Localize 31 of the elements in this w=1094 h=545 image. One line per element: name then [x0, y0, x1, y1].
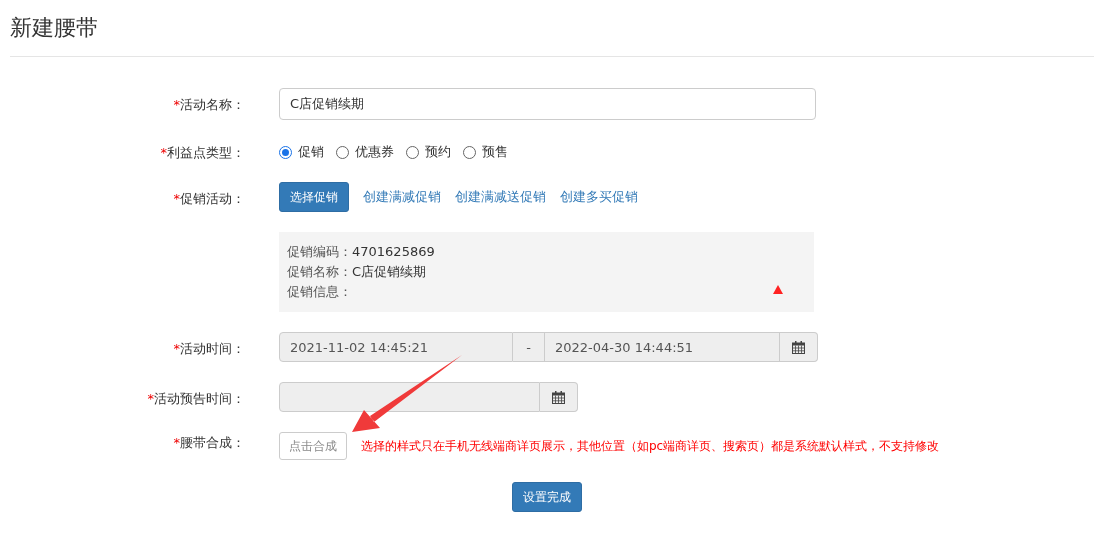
- field-label: *活动预告时间：: [146, 390, 245, 408]
- field-label: *腰带合成：: [172, 434, 245, 452]
- radio-label[interactable]: 优惠券: [355, 143, 394, 161]
- calendar-button[interactable]: [780, 332, 818, 362]
- calendar-icon: [552, 390, 565, 404]
- note-text: 选择的样式只在手机无线端商详页展示，其他位置（如pc端商详页、搜索页）都是系统默认样式，不支持修改: [361, 437, 940, 455]
- radio-label[interactable]: 预售: [482, 143, 508, 161]
- start-date-field[interactable]: 2021-11-02 14:45:21: [279, 332, 513, 362]
- field-label: *活动名称：: [172, 96, 245, 114]
- text-field[interactable]: C店促销续期: [279, 88, 816, 120]
- preview-date-field[interactable]: [279, 382, 540, 412]
- select-promotion-button[interactable]: 选择促销: [279, 182, 349, 212]
- calendar-icon: [792, 340, 805, 354]
- field-label: *活动时间：: [172, 340, 245, 358]
- triangle-icon: [773, 285, 783, 294]
- range-dash-addon: -: [513, 332, 545, 362]
- info-line: 促销信息：: [287, 283, 352, 301]
- field-label: *促销活动：: [172, 190, 245, 208]
- compose-button[interactable]: 点击合成: [279, 432, 347, 460]
- create-promotion-link[interactable]: 创建满减送促销: [455, 188, 546, 206]
- calendar-button[interactable]: [540, 382, 578, 412]
- create-promotion-link[interactable]: 创建多买促销: [560, 188, 638, 206]
- end-date-field[interactable]: 2022-04-30 14:44:51: [545, 332, 780, 362]
- submit-button[interactable]: 设置完成: [512, 482, 582, 512]
- page-title: 新建腰带: [10, 14, 98, 42]
- info-line: 促销名称：C店促销续期: [287, 263, 427, 281]
- create-promotion-link[interactable]: 创建满减促销: [363, 188, 441, 206]
- info-line: 促销编码：4701625869: [287, 243, 435, 261]
- field-label: *利益点类型：: [159, 144, 245, 162]
- radio-label[interactable]: 预约: [425, 143, 451, 161]
- radio-label[interactable]: 促销: [298, 143, 324, 161]
